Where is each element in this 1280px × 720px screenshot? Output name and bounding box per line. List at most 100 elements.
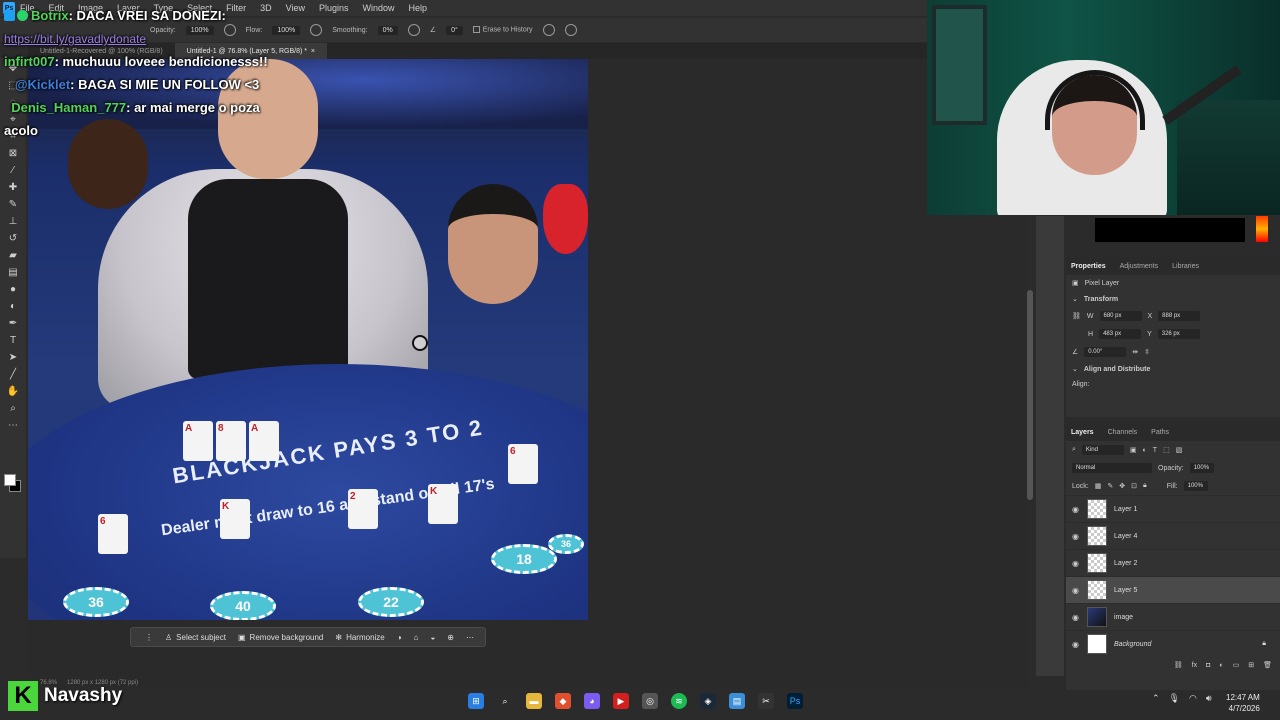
tab-properties[interactable]: Properties — [1071, 263, 1106, 270]
layer-opacity-input[interactable]: 100% — [1189, 463, 1214, 473]
erase-to-history-checkbox[interactable]: Erase to History — [472, 26, 533, 34]
tab-adjustments[interactable]: Adjustments — [1120, 263, 1159, 270]
windows-start-icon[interactable]: ⊞ — [468, 693, 484, 709]
new-layer-icon[interactable]: ⊞ — [1248, 661, 1254, 669]
chevron-up-icon[interactable]: ⌃ — [1152, 693, 1160, 704]
visibility-eye-icon[interactable]: ◉ — [1072, 559, 1080, 568]
add-mask-icon[interactable]: ◘ — [1206, 662, 1210, 669]
brush-angle-value[interactable]: 0° — [446, 25, 463, 35]
hue-slider[interactable] — [1256, 216, 1268, 242]
taskbar-clock[interactable]: 12:47 AM 4/7/2026 — [1226, 692, 1260, 714]
visibility-eye-icon[interactable]: ◉ — [1072, 532, 1080, 541]
lock-image-icon[interactable]: ✎ — [1107, 482, 1113, 490]
tab-channels[interactable]: Channels — [1108, 429, 1138, 436]
history-brush-tool-icon[interactable]: ↺ — [6, 232, 20, 245]
layer-row[interactable]: ◉ Background 🔒︎ — [1066, 630, 1280, 657]
symmetry-icon[interactable] — [564, 24, 577, 36]
fill-icon[interactable]: ⊕ — [447, 633, 454, 642]
brush-tool-icon[interactable]: ✎ — [6, 198, 20, 211]
color-picker-field[interactable] — [1095, 218, 1245, 242]
new-group-icon[interactable]: ▭ — [1233, 661, 1240, 669]
delete-layer-icon[interactable]: 🗑︎ — [1263, 661, 1272, 669]
notepad-icon[interactable]: ▤ — [729, 693, 745, 709]
visibility-eye-icon[interactable]: ◉ — [1072, 640, 1080, 649]
drag-handle-icon[interactable]: ⋮ — [145, 633, 153, 642]
brave-browser-icon[interactable]: ◆ — [555, 693, 571, 709]
pressure-size-icon[interactable] — [542, 24, 555, 36]
foreground-color-swatch[interactable] — [4, 474, 16, 486]
photoshop-taskbar-icon[interactable]: Ps — [787, 693, 803, 709]
visibility-eye-icon[interactable]: ◉ — [1072, 505, 1080, 514]
layer-filter-select[interactable]: Kind — [1081, 445, 1124, 455]
capcut-icon[interactable]: ✂ — [758, 693, 774, 709]
spotify-icon[interactable]: ≋ — [671, 693, 687, 709]
layer-row[interactable]: ◉ image — [1066, 603, 1280, 630]
gradient-tool-icon[interactable]: ▤ — [6, 266, 20, 279]
hand-tool-icon[interactable]: ✋ — [6, 385, 20, 398]
healing-tool-icon[interactable]: ✚ — [6, 181, 20, 194]
filter-smart-icon[interactable]: ▧ — [1176, 446, 1183, 454]
harmonize-button[interactable]: ✻ Harmonize — [335, 633, 384, 642]
visibility-eye-icon[interactable]: ◉ — [1072, 586, 1080, 595]
tab-paths[interactable]: Paths — [1151, 429, 1169, 436]
canvas-vertical-scrollbar[interactable] — [1027, 290, 1033, 500]
layer-row[interactable]: ◉ Layer 4 — [1066, 522, 1280, 549]
wifi-icon[interactable]: ◠ — [1189, 693, 1197, 704]
height-input[interactable]: 483 px — [1099, 329, 1142, 339]
file-explorer-icon[interactable]: ▬ — [526, 693, 542, 709]
lock-artboard-icon[interactable]: ⊡ — [1131, 482, 1137, 490]
blur-tool-icon[interactable]: ● — [6, 283, 20, 296]
transform-icon[interactable]: ⌂ — [414, 633, 419, 642]
blend-mode-select[interactable]: Normal — [1072, 463, 1152, 473]
document-canvas[interactable]: BLACKJACK PAYS 3 TO 2 Dealer must draw t… — [28, 59, 588, 620]
line-tool-icon[interactable]: ╱ — [6, 368, 20, 381]
layer-row[interactable]: ◉ Layer 2 — [1066, 549, 1280, 576]
microphone-icon[interactable]: 🎙︎ — [1169, 693, 1180, 704]
filter-pixel-icon[interactable]: ▣ — [1130, 446, 1137, 454]
path-select-tool-icon[interactable]: ➤ — [6, 351, 20, 364]
eraser-tool-icon[interactable]: ▰ — [6, 249, 20, 262]
steam-icon[interactable]: ◈ — [700, 693, 716, 709]
flip-horizontal-icon[interactable]: ⇹ — [1132, 348, 1138, 356]
pen-tool-icon[interactable]: ✒ — [6, 317, 20, 330]
lock-position-icon[interactable]: ✥ — [1119, 482, 1125, 490]
eyedropper-tool-icon[interactable]: ⁄ — [6, 164, 20, 177]
filter-adjustment-icon[interactable]: ◐ — [1143, 447, 1147, 454]
fill-input[interactable]: 100% — [1183, 481, 1208, 491]
flip-vertical-icon[interactable]: ⇳ — [1144, 348, 1150, 356]
remove-background-button[interactable]: ▣ Remove background — [238, 633, 323, 642]
tab-libraries[interactable]: Libraries — [1172, 263, 1199, 270]
layer-row-selected[interactable]: ◉ Layer 5 — [1066, 576, 1280, 603]
zoom-tool-icon[interactable]: ⌕ — [6, 402, 20, 415]
discord-icon[interactable]: ◕ — [584, 693, 600, 709]
tab-layers[interactable]: Layers — [1071, 429, 1094, 436]
visibility-eye-icon[interactable]: ◉ — [1072, 613, 1080, 622]
link-layers-icon[interactable]: ⛓ — [1174, 661, 1183, 669]
type-tool-icon[interactable]: T — [6, 334, 20, 347]
stamp-tool-icon[interactable]: ⊥ — [6, 215, 20, 228]
obs-icon[interactable]: ◎ — [642, 693, 658, 709]
search-icon[interactable]: ⌕ — [497, 693, 513, 709]
width-input[interactable]: 680 px — [1099, 311, 1142, 321]
layer-row[interactable]: ◉ Layer 1 — [1066, 495, 1280, 522]
chat-link[interactable]: https://bit.ly/gavadlydonate — [4, 32, 146, 46]
adjustment-icon[interactable]: ◒ — [430, 633, 435, 642]
filter-type-icon[interactable]: T — [1153, 447, 1157, 454]
align-section[interactable]: ⌄ Align and Distribute — [1066, 361, 1280, 377]
fx-icon[interactable]: fx — [1192, 662, 1197, 669]
canvas-area[interactable]: BLACKJACK PAYS 3 TO 2 Dealer must draw t… — [26, 59, 1026, 676]
dodge-tool-icon[interactable]: ◐ — [6, 300, 20, 313]
x-input[interactable]: 888 px — [1158, 311, 1201, 321]
more-options-icon[interactable]: ⋯ — [466, 633, 474, 642]
y-input[interactable]: 326 px — [1157, 329, 1200, 339]
link-icon[interactable]: ⛓ — [1072, 312, 1081, 320]
volume-icon[interactable]: 🔊︎ — [1206, 693, 1212, 704]
transform-section[interactable]: ⌄ Transform — [1066, 291, 1280, 307]
angle-input[interactable]: 0.00° — [1084, 347, 1127, 357]
lock-all-icon[interactable]: 🔒︎ — [1143, 482, 1147, 490]
youtube-icon[interactable]: ▶ — [613, 693, 629, 709]
mask-icon[interactable]: ◑ — [397, 633, 402, 642]
more-tools-icon[interactable]: ⋯ — [6, 419, 20, 432]
frame-tool-icon[interactable]: ⊠ — [6, 147, 20, 160]
new-adjustment-icon[interactable]: ◐ — [1219, 662, 1223, 669]
